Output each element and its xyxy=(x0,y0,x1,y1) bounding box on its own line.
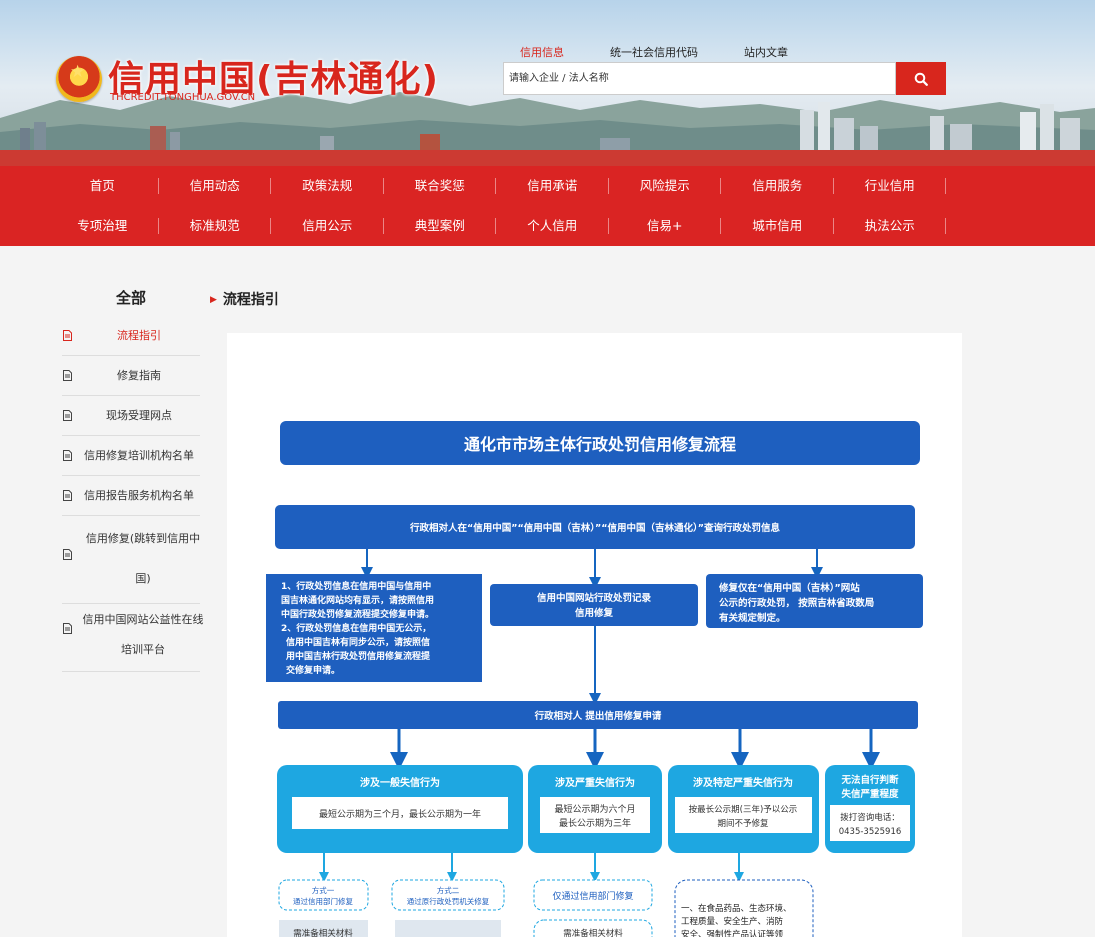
search-tab-site-articles[interactable]: 站内文章 xyxy=(744,44,788,60)
page-breadcrumb: ▶ 流程指引 xyxy=(210,289,279,309)
flow-cat4-body-1: 拨打咨询电话： xyxy=(840,812,900,823)
flow-special-note-line-3: 安全、强制性产品认证等领 xyxy=(681,929,784,937)
flow-prepare2-text: 需准备相关材料 xyxy=(563,928,623,937)
flow-cat4-title-2: 失信严重程度 xyxy=(841,788,899,800)
flow-only-credit-text: 仅通过信用部门修复 xyxy=(552,890,633,902)
nav-item-enforcement[interactable]: 执法公示 xyxy=(834,206,947,246)
triangle-right-icon: ▶ xyxy=(210,295,217,305)
flow-cat3-title: 涉及特定严重失信行为 xyxy=(693,776,793,789)
flow-left-line-1: 1、行政处罚信息在信用中国与信用中 xyxy=(281,580,431,592)
flow-left-line-3: 中国行政处罚修复流程提交修复申请。 xyxy=(281,608,434,620)
flow-prepare1-text: 需准备相关材料 xyxy=(293,928,353,937)
main-nav-row-2: 专项治理 标准规范 信用公示 典型案例 个人信用 信易+ 城市信用 执法公示 xyxy=(46,206,946,246)
nav-item-standards[interactable]: 标准规范 xyxy=(159,206,272,246)
search-type-tabs: 信用信息 统一社会信用代码 站内文章 xyxy=(520,44,834,60)
search-button[interactable] xyxy=(896,62,946,95)
flow-right-line-3: 有关规定制定。 xyxy=(719,612,786,624)
flow-special-note-line-2: 工程质量、安全生产、消防 xyxy=(681,916,784,927)
sidebar-title: 全部 xyxy=(115,289,146,307)
main-nav: 首页 信用动态 政策法规 联合奖惩 信用承诺 风险提示 信用服务 行业信用 专项… xyxy=(0,166,1095,246)
nav-item-industry-credit[interactable]: 行业信用 xyxy=(834,166,947,206)
header-banner: ★ 信用中国(吉林通化) THCREDIT.TONGHUA.GOV.CN 信用信… xyxy=(0,0,1095,166)
flow-left-line-5: 信用中国吉林有同步公示，请按照信 xyxy=(286,636,430,648)
search-tab-credit-code[interactable]: 统一社会信用代码 xyxy=(610,44,698,60)
flow-way2-line-1: 方式二 xyxy=(437,885,460,895)
flow-center-box xyxy=(490,584,698,626)
flow-way1-line-1: 方式一 xyxy=(312,885,335,895)
sidebar-item-training-agencies[interactable]: 信用修复培训机构名单 xyxy=(62,436,200,476)
flow-way2-detail-box xyxy=(395,920,501,937)
flow-left-line-6: 用中国吉林行政处罚信用修复流程提 xyxy=(285,650,431,662)
sidebar-item-credit-repair-link[interactable]: 信用修复(跳转到信用中 国) xyxy=(62,516,200,604)
search-input[interactable] xyxy=(504,63,895,94)
flow-cat1-body: 最短公示期为三个月，最长公示期为一年 xyxy=(319,808,481,820)
page-title: 流程指引 xyxy=(222,292,279,308)
nav-item-typical-cases[interactable]: 典型案例 xyxy=(384,206,497,246)
sidebar: 全部 流程指引 修复指南 现场受理网点 信用修复培训机构名单 信用报告服务机构名… xyxy=(62,280,204,672)
credit-repair-flowchart: 通化市市场主体行政处罚信用修复流程 行政相对人在“信用中国”“信用中国（吉林）”… xyxy=(266,421,923,937)
sidebar-item-label: 修复指南 xyxy=(117,369,161,382)
sidebar-item-label-line1: 信用中国网站公益性在线 xyxy=(82,613,204,626)
nav-item-credit-services[interactable]: 信用服务 xyxy=(721,166,834,206)
nav-item-personal-credit[interactable]: 个人信用 xyxy=(496,206,609,246)
flow-center-line-1: 信用中国网站行政处罚记录 xyxy=(537,592,652,604)
flow-cat3-body-1: 按最长公示期(三年)予以公示 xyxy=(689,804,798,815)
flow-cat2-body-2: 最长公示期为三年 xyxy=(559,817,631,829)
sidebar-item-repair-guide[interactable]: 修复指南 xyxy=(62,356,200,396)
flow-right-line-1: 修复仅在“信用中国（吉林）”网站 xyxy=(718,582,860,594)
flow-right-line-2: 公示的行政处罚， 按照吉林省政数局 xyxy=(719,597,874,609)
flow-left-line-4: 2、行政处罚信息在信用中国无公示， xyxy=(281,622,431,634)
nav-item-credit-commitment[interactable]: 信用承诺 xyxy=(496,166,609,206)
flow-special-note-line-1: 一、在食品药品、生态环境、 xyxy=(681,903,792,914)
sidebar-item-label-line2: 培训平台 xyxy=(121,643,165,656)
flow-left-line-2: 国吉林通化网站均有显示，请按照信用 xyxy=(281,594,434,606)
sidebar-list: 流程指引 修复指南 现场受理网点 信用修复培训机构名单 信用报告服务机构名单 信… xyxy=(62,316,204,672)
flow-cat4-body-2: 0435-3525916 xyxy=(839,827,902,837)
sidebar-item-label: 现场受理网点 xyxy=(106,409,172,422)
flow-title: 通化市市场主体行政处罚信用修复流程 xyxy=(464,435,736,454)
nav-item-credit-news[interactable]: 信用动态 xyxy=(159,166,272,206)
sidebar-item-label: 信用修复培训机构名单 xyxy=(84,449,194,462)
document-icon xyxy=(63,370,72,381)
search-tab-credit-info[interactable]: 信用信息 xyxy=(520,44,564,60)
flow-cat2-body-1: 最短公示期为六个月 xyxy=(554,803,635,815)
document-icon xyxy=(63,450,72,461)
content-panel: 通化市市场主体行政处罚信用修复流程 行政相对人在“信用中国”“信用中国（吉林）”… xyxy=(227,333,962,937)
search-icon xyxy=(914,72,928,86)
site-domain-subtitle: THCREDIT.TONGHUA.GOV.CN xyxy=(110,92,256,103)
nav-item-special-governance[interactable]: 专项治理 xyxy=(46,206,159,246)
sidebar-item-process-guide[interactable]: 流程指引 xyxy=(62,316,200,356)
nav-item-home[interactable]: 首页 xyxy=(46,166,159,206)
sidebar-item-service-points[interactable]: 现场受理网点 xyxy=(62,396,200,436)
sidebar-item-online-training[interactable]: 信用中国网站公益性在线 培训平台 xyxy=(62,604,204,672)
nav-item-xinyi-plus[interactable]: 信易+ xyxy=(609,206,722,246)
flow-cat1-title: 涉及一般失信行为 xyxy=(360,776,440,789)
nav-item-risk-alerts[interactable]: 风险提示 xyxy=(609,166,722,206)
flow-cat3-body-2: 期间不予修复 xyxy=(717,818,769,829)
flow-left-line-7: 交修复申请。 xyxy=(286,664,340,676)
nav-item-joint-rewards[interactable]: 联合奖惩 xyxy=(384,166,497,206)
nav-item-city-credit[interactable]: 城市信用 xyxy=(721,206,834,246)
flow-center-line-2: 信用修复 xyxy=(575,607,614,619)
sidebar-item-label-line2: 国) xyxy=(135,572,151,585)
national-emblem-logo[interactable]: ★ xyxy=(56,56,102,102)
sidebar-item-label: 信用报告服务机构名单 xyxy=(84,489,194,502)
flow-way2-line-2: 通过原行政处罚机关修复 xyxy=(407,896,490,906)
sidebar-item-label: 流程指引 xyxy=(117,329,161,342)
flow-apply-text: 行政相对人 提出信用修复申请 xyxy=(534,710,662,722)
search-box xyxy=(503,62,896,95)
nav-item-policies[interactable]: 政策法规 xyxy=(271,166,384,206)
document-icon xyxy=(63,330,72,341)
main-nav-row-1: 首页 信用动态 政策法规 联合奖惩 信用承诺 风险提示 信用服务 行业信用 xyxy=(46,166,946,206)
document-icon xyxy=(63,490,72,501)
sidebar-item-report-agencies[interactable]: 信用报告服务机构名单 xyxy=(62,476,200,516)
nav-item-credit-publicity[interactable]: 信用公示 xyxy=(271,206,384,246)
flow-cat4-title-1: 无法自行判断 xyxy=(840,774,899,786)
flow-cat2-title: 涉及严重失信行为 xyxy=(555,776,635,789)
flow-way1-line-2: 通过信用部门修复 xyxy=(293,896,353,906)
document-icon xyxy=(63,410,72,421)
flow-query-text: 行政相对人在“信用中国”“信用中国（吉林）”“信用中国（吉林通化）”查询行政处罚… xyxy=(409,522,780,534)
